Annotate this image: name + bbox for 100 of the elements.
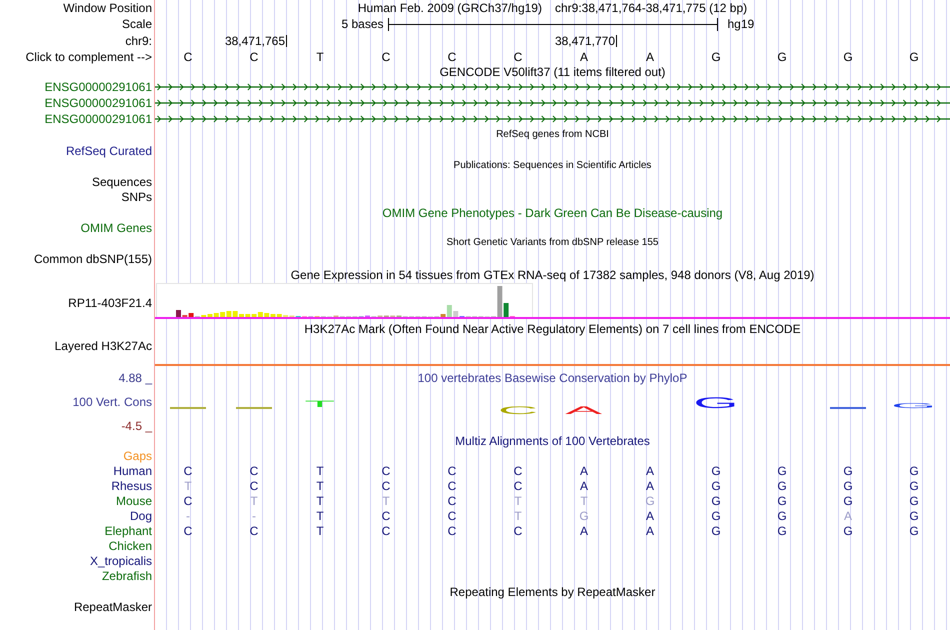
aligned-base: T: [316, 478, 324, 492]
aligned-base: G: [843, 494, 853, 508]
aligned-base: T: [184, 478, 192, 492]
base-letter: G: [909, 50, 919, 64]
track-label: Scale: [122, 17, 152, 31]
aligned-base: C: [382, 478, 390, 492]
species-label[interactable]: Chicken: [108, 538, 152, 552]
species-label[interactable]: Rhesus: [111, 478, 152, 492]
complement-link[interactable]: Click to complement -->: [26, 50, 152, 64]
track-label[interactable]: ENSG00000291061: [44, 96, 152, 110]
aligned-base: G: [711, 464, 721, 478]
aligned-base: G: [579, 508, 589, 522]
aligned-base: G: [777, 494, 787, 508]
base-letter: C: [514, 50, 522, 64]
base-letter: A: [580, 50, 588, 64]
conservation-letter: C: [498, 408, 538, 416]
aligned-base: G: [777, 464, 787, 478]
position-label: 38,471,770: [554, 34, 615, 48]
aligned-base: C: [250, 524, 258, 538]
base-letter: G: [843, 50, 853, 64]
aligned-base: C: [382, 508, 390, 522]
aligned-base: G: [909, 464, 919, 478]
aligned-base: T: [316, 464, 324, 478]
aligned-base: C: [448, 478, 456, 492]
aligned-base: G: [909, 508, 919, 522]
species-label[interactable]: Zebrafish: [102, 568, 152, 582]
aligned-base: T: [250, 494, 258, 508]
aligned-base: A: [580, 464, 588, 478]
aligned-base: G: [645, 494, 655, 508]
aligned-base: G: [843, 524, 853, 538]
track-label[interactable]: Common dbSNP(155): [34, 252, 152, 266]
aligned-base: A: [646, 508, 654, 522]
aligned-base: G: [711, 508, 721, 522]
track-label[interactable]: ENSG00000291061: [44, 112, 152, 126]
aligned-base: G: [711, 478, 721, 492]
species-label[interactable]: X_tropicalis: [90, 554, 152, 568]
aligned-base: T: [514, 494, 522, 508]
aligned-base: T: [514, 508, 522, 522]
tick-mark: [286, 35, 287, 47]
track-title: H3K27Ac Mark (Often Found Near Active Regulatory Elements) on 7 cell lines from ENCODE: [304, 322, 801, 336]
aligned-base: A: [646, 478, 654, 492]
track-title: 100 vertebrates Basewise Conservation by PhyloP: [418, 371, 688, 385]
track-label: chr9:: [125, 34, 152, 48]
base-letter: C: [382, 50, 390, 64]
transcript-line[interactable]: [155, 115, 950, 123]
species-label[interactable]: Mouse: [116, 494, 152, 508]
position-label: 38,471,765: [224, 34, 285, 48]
track-label[interactable]: Layered H3K27Ac: [54, 339, 152, 353]
track-title: RefSeq genes from NCBI: [496, 129, 609, 141]
track-label[interactable]: RefSeq Curated: [66, 144, 152, 158]
aligned-base: A: [580, 478, 588, 492]
aligned-base: G: [909, 478, 919, 492]
aligned-base: G: [777, 478, 787, 492]
aligned-base: C: [250, 464, 258, 478]
position-range: chr9:38,471,764-38,471,775 (12 bp): [554, 1, 748, 15]
track-label[interactable]: RP11-403F21.4: [68, 296, 152, 310]
aligned-base: G: [843, 478, 853, 492]
track-title: GENCODE V50lift37 (11 items filtered out): [440, 65, 666, 79]
aligned-base: T: [382, 494, 390, 508]
conservation-letter: T: [304, 401, 336, 408]
track-label: Window Position: [63, 1, 152, 15]
track-title: Gene Expression in 54 tissues from GTEx RNA-seq of 17382 samples, 948 donors (V8, Aug 2019): [290, 268, 814, 282]
aligned-base: A: [844, 508, 852, 522]
track-label[interactable]: 100 Vert. Cons: [72, 395, 152, 409]
base-letter: T: [316, 50, 324, 64]
track-label[interactable]: SNPs: [121, 190, 152, 204]
aligned-base: -: [252, 508, 256, 522]
aligned-base: G: [843, 464, 853, 478]
aligned-base: C: [382, 524, 390, 538]
aligned-base: C: [448, 494, 456, 508]
track-label[interactable]: OMIM Genes: [80, 221, 152, 235]
aligned-base: C: [184, 464, 192, 478]
aligned-base: C: [250, 478, 258, 492]
species-label[interactable]: Human: [113, 464, 152, 478]
transcript-line[interactable]: [155, 99, 950, 107]
scale-length: 5 bases: [341, 17, 384, 31]
aligned-base: C: [514, 464, 522, 478]
aligned-base: C: [448, 524, 456, 538]
track-label[interactable]: RepeatMasker: [74, 600, 152, 614]
aligned-base: G: [711, 494, 721, 508]
tick-mark: [616, 35, 617, 47]
aligned-base: A: [580, 524, 588, 538]
aligned-base: -: [186, 508, 190, 522]
base-letter: C: [448, 50, 456, 64]
track-title: OMIM Gene Phenotypes - Dark Green Can Be Disease-causing: [382, 206, 723, 220]
aligned-base: A: [646, 524, 654, 538]
aligned-base: T: [316, 494, 324, 508]
base-letter: G: [711, 50, 721, 64]
transcript-line[interactable]: [155, 83, 950, 91]
aligned-base: C: [184, 494, 192, 508]
base-letter: A: [646, 50, 654, 64]
aligned-base: T: [316, 508, 324, 522]
track-label[interactable]: Sequences: [92, 174, 152, 188]
track-label[interactable]: ENSG00000291061: [44, 80, 152, 94]
aligned-base: G: [711, 524, 721, 538]
aligned-base: C: [448, 508, 456, 522]
species-label[interactable]: Elephant: [104, 524, 152, 538]
species-label[interactable]: Dog: [130, 508, 152, 522]
aligned-base: C: [184, 524, 192, 538]
aligned-base: T: [580, 494, 588, 508]
